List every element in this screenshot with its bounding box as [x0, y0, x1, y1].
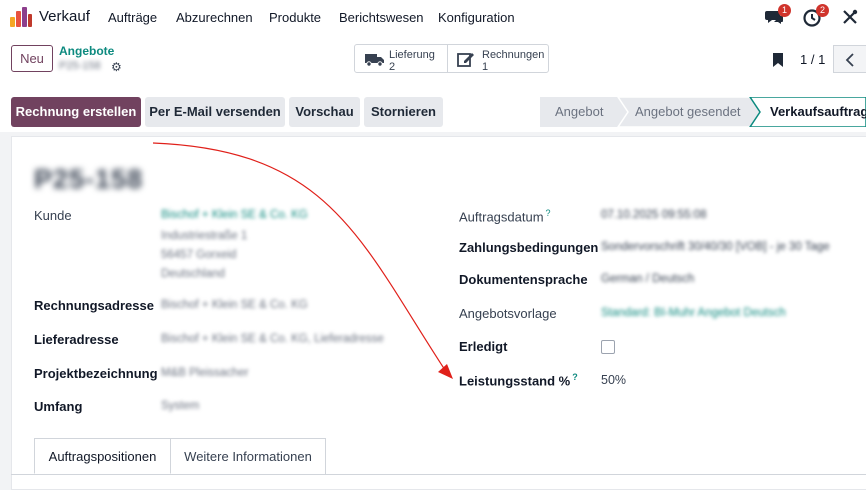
- scope-label: Umfang: [34, 399, 83, 414]
- menu-produkte[interactable]: Produkte: [269, 10, 321, 25]
- done-label: Erledigt: [459, 339, 508, 354]
- project-field[interactable]: M&B Pleissacher: [161, 367, 249, 379]
- done-checkbox[interactable]: [601, 340, 615, 354]
- order-date-label: Auftragsdatum?: [459, 208, 551, 225]
- cancel-button[interactable]: Stornieren: [364, 97, 443, 127]
- gear-icon[interactable]: ⚙: [111, 60, 122, 74]
- tab-auftragspositionen[interactable]: Auftragspositionen: [34, 438, 171, 474]
- delivery-address-label: Lieferadresse: [34, 332, 119, 347]
- activities-badge: 2: [816, 4, 829, 17]
- doc-language-label: Dokumentensprache: [459, 272, 588, 287]
- invoice-address-label: Rechnungsadresse: [34, 298, 154, 313]
- pencil-square-icon: [457, 53, 474, 67]
- app-logo-icon[interactable]: [10, 7, 32, 27]
- stage-verkaufsauftrag[interactable]: Verkaufsauftrag: [770, 97, 866, 127]
- delivery-count: 2: [389, 61, 396, 73]
- customer-street: Industriestraße 1: [161, 230, 248, 242]
- breadcrumb-angebote[interactable]: Angebote: [59, 44, 114, 58]
- template-field[interactable]: Standard: BI-Muhr Angebot Deutsch: [601, 307, 786, 319]
- bookmark-icon[interactable]: [772, 52, 784, 68]
- chat-icon[interactable]: 1: [764, 4, 791, 29]
- tools-icon[interactable]: [840, 7, 862, 29]
- new-button[interactable]: Neu: [11, 45, 53, 72]
- delivery-label: Lieferung: [389, 49, 435, 61]
- progress-field[interactable]: 50%: [601, 373, 626, 387]
- status-bar: Angebot Angebot gesendet Verkaufsauftrag: [540, 97, 866, 127]
- progress-label: Leistungsstand %?: [459, 372, 578, 389]
- menu-abzurechnen[interactable]: Abzurechnen: [176, 10, 253, 25]
- menu-auftraege[interactable]: Aufträge: [108, 10, 157, 25]
- customer-city: 56457 Gorxeid: [161, 249, 237, 261]
- record-title: P25-158: [34, 164, 144, 194]
- customer-label: Kunde: [34, 208, 72, 223]
- breadcrumb-record: P25-158: [59, 60, 101, 72]
- payment-terms-label: Zahlungsbedingungen: [459, 240, 599, 255]
- truck-icon: [365, 54, 384, 67]
- help-icon[interactable]: ?: [572, 372, 578, 382]
- customer-name[interactable]: Bischof + Klein SE & Co. KG: [161, 209, 308, 221]
- pager-previous-button[interactable]: [833, 45, 866, 73]
- customer-country: Deutschland: [161, 268, 225, 280]
- menu-berichtswesen[interactable]: Berichtswesen: [339, 10, 424, 25]
- create-invoice-button[interactable]: Rechnung erstellen: [11, 97, 141, 127]
- invoices-smart-button[interactable]: Rechnungen 1: [447, 44, 549, 73]
- send-email-button[interactable]: Per E-Mail versenden: [145, 97, 285, 127]
- scope-field[interactable]: System: [161, 400, 199, 412]
- invoices-count: 1: [482, 61, 489, 73]
- pager-value[interactable]: 1 / 1: [800, 52, 825, 67]
- messages-badge: 1: [778, 4, 791, 17]
- invoice-address-field[interactable]: Bischof + Klein SE & Co. KG: [161, 299, 308, 311]
- doc-language-field[interactable]: German / Deutsch: [601, 273, 694, 285]
- top-navbar: Verkauf Aufträge Abzurechnen Produkte Be…: [0, 0, 866, 36]
- menu-konfiguration[interactable]: Konfiguration: [438, 10, 515, 25]
- stage-angebot-gesendet[interactable]: Angebot gesendet: [635, 97, 741, 127]
- template-label: Angebotsvorlage: [459, 306, 557, 321]
- chevron-left-icon: [845, 53, 854, 67]
- project-label: Projektbezeichnung: [34, 366, 158, 381]
- tab-weitere-informationen[interactable]: Weitere Informationen: [171, 438, 326, 474]
- stage-angebot[interactable]: Angebot: [555, 97, 603, 127]
- order-date-field[interactable]: 07.10.2025 09:55:08: [601, 209, 707, 221]
- delivery-smart-button[interactable]: Lieferung 2: [354, 44, 448, 73]
- payment-terms-field[interactable]: Sondervorschrift 30/40/30 [VOB] - je 30 …: [601, 241, 830, 253]
- invoices-label: Rechnungen: [482, 49, 545, 61]
- app-name[interactable]: Verkauf: [39, 8, 90, 25]
- preview-button[interactable]: Vorschau: [289, 97, 360, 127]
- delivery-address-field[interactable]: Bischof + Klein SE & Co. KG, Lieferadres…: [161, 333, 384, 345]
- clock-icon[interactable]: 2: [802, 4, 829, 29]
- help-icon[interactable]: ?: [546, 208, 551, 218]
